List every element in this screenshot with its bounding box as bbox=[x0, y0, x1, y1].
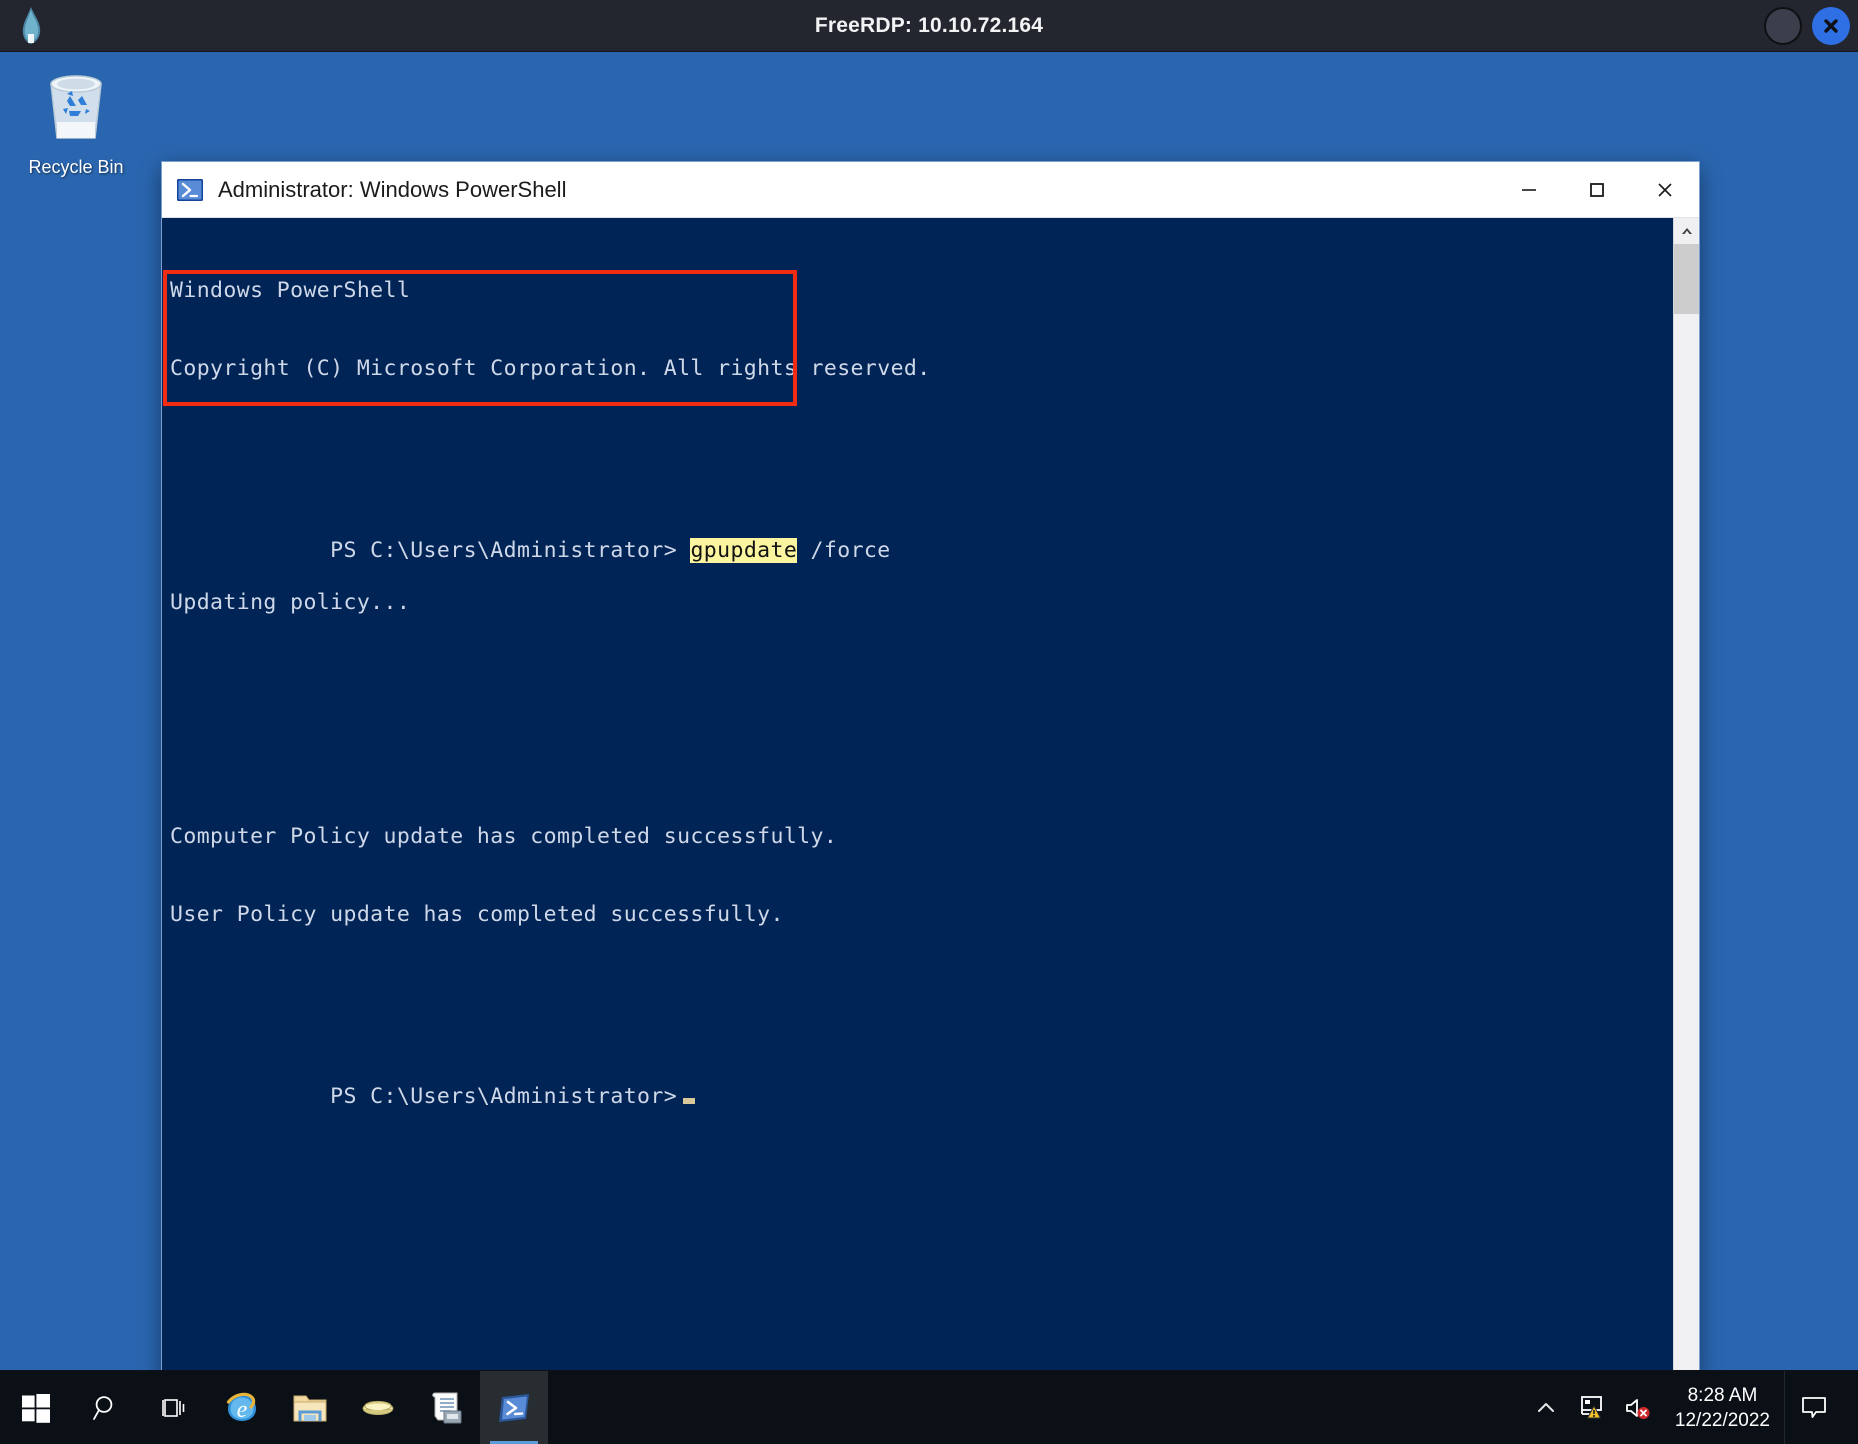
server-manager-icon bbox=[362, 1400, 394, 1415]
desktop-icon-label: Recycle Bin bbox=[28, 157, 124, 177]
system-tray: 8:28 AM 12/22/2022 bbox=[1523, 1370, 1858, 1444]
volume-muted-icon[interactable] bbox=[1615, 1371, 1661, 1444]
console-prompt: PS C:\Users\Administrator> bbox=[330, 1084, 678, 1109]
taskbar-item-event-viewer[interactable] bbox=[412, 1371, 480, 1444]
powershell-window[interactable]: Administrator: Windows PowerShell Window… bbox=[162, 162, 1699, 1377]
console-line: User Policy update has completed success… bbox=[170, 902, 784, 927]
freerdp-flame-icon bbox=[10, 4, 54, 48]
console-command-line: PS C:\Users\Administrator> gpupdate /for… bbox=[170, 512, 1673, 563]
console-cursor bbox=[683, 1098, 696, 1104]
internet-explorer-icon: e bbox=[226, 1392, 256, 1423]
powershell-titlebar[interactable]: Administrator: Windows PowerShell bbox=[162, 162, 1699, 218]
scrollbar-thumb[interactable] bbox=[1674, 244, 1699, 314]
console-line: Windows PowerShell bbox=[170, 278, 411, 303]
powershell-console-output[interactable]: Windows PowerShell Copyright (C) Microso… bbox=[162, 218, 1673, 1377]
show-hidden-icons-chevron[interactable] bbox=[1523, 1371, 1569, 1444]
freerdp-window-controls bbox=[1764, 0, 1850, 52]
freerdp-titlebar[interactable]: FreeRDP: 10.10.72.164 bbox=[0, 0, 1858, 52]
circle-minimize-icon[interactable] bbox=[1764, 7, 1802, 45]
windows-start-icon bbox=[22, 1393, 50, 1423]
action-center-icon[interactable] bbox=[1784, 1370, 1842, 1444]
scroll-up-icon[interactable] bbox=[1674, 218, 1699, 244]
taskbar-item-powershell[interactable] bbox=[480, 1371, 548, 1444]
freerdp-window: FreeRDP: 10.10.72.164 Recycle Bin Admini… bbox=[0, 0, 1858, 1444]
console-prompt: PS C:\Users\Administrator> bbox=[330, 538, 691, 563]
taskbar-item-task-view[interactable] bbox=[140, 1371, 208, 1444]
powershell-prompt-icon bbox=[499, 1393, 529, 1422]
powershell-window-title: Administrator: Windows PowerShell bbox=[218, 176, 567, 202]
taskbar-item-server-manager[interactable] bbox=[344, 1371, 412, 1444]
close-icon[interactable] bbox=[1631, 162, 1699, 218]
clock-time: 8:28 AM bbox=[1687, 1384, 1758, 1406]
taskbar-clock[interactable]: 8:28 AM 12/22/2022 bbox=[1661, 1371, 1784, 1444]
network-warning-icon[interactable] bbox=[1569, 1371, 1615, 1444]
console-line: Updating policy... bbox=[170, 590, 411, 615]
taskbar-item-internet-explorer[interactable]: e bbox=[208, 1371, 276, 1444]
task-view-icon bbox=[162, 1398, 185, 1417]
scrollbar-track[interactable] bbox=[1674, 314, 1699, 1377]
desktop-icon-recycle-bin[interactable]: Recycle Bin bbox=[18, 64, 134, 178]
console-line: Computer Policy update has completed suc… bbox=[170, 824, 838, 849]
powershell-window-controls bbox=[1495, 162, 1699, 218]
svg-text:e: e bbox=[237, 1397, 248, 1423]
circle-close-icon[interactable] bbox=[1812, 7, 1850, 45]
console-line: Copyright (C) Microsoft Corporation. All… bbox=[170, 356, 931, 381]
recycle-bin-icon bbox=[37, 64, 115, 151]
file-explorer-icon bbox=[293, 1395, 327, 1421]
taskbar: e 8:28 AM 12/22/2022 bbox=[0, 1370, 1858, 1444]
console-command-args: /force bbox=[797, 538, 891, 563]
powershell-body: Windows PowerShell Copyright (C) Microso… bbox=[162, 218, 1699, 1377]
clock-date: 12/22/2022 bbox=[1674, 1409, 1770, 1431]
powershell-prompt-icon bbox=[176, 176, 204, 204]
console-prompt-line: PS C:\Users\Administrator> bbox=[170, 1058, 1673, 1109]
taskbar-item-search[interactable] bbox=[72, 1371, 140, 1444]
console-scrollbar[interactable] bbox=[1673, 218, 1699, 1377]
console-highlighted-command: gpupdate bbox=[690, 538, 798, 563]
search-icon bbox=[93, 1395, 113, 1420]
minimize-icon[interactable] bbox=[1495, 162, 1563, 218]
maximize-icon[interactable] bbox=[1563, 162, 1631, 218]
taskbar-item-start[interactable] bbox=[0, 1371, 72, 1444]
freerdp-window-title: FreeRDP: 10.10.72.164 bbox=[814, 13, 1044, 37]
taskbar-item-file-explorer[interactable] bbox=[276, 1371, 344, 1444]
event-viewer-icon bbox=[432, 1392, 462, 1423]
remote-desktop[interactable]: Recycle Bin Administrator: Windows Power… bbox=[0, 52, 1858, 1444]
